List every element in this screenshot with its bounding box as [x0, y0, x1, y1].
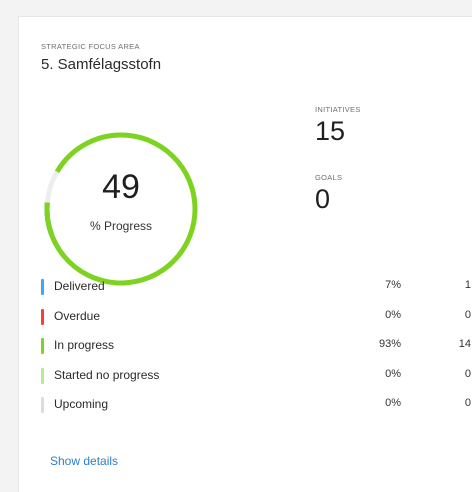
card-eyebrow: STRATEGIC FOCUS AREA — [41, 42, 140, 51]
status-color-indicator — [41, 397, 44, 413]
progress-ring: 49 % Progress — [41, 129, 201, 289]
status-count: 1 — [464, 279, 471, 291]
status-row-upcoming: Upcoming 0% 0 — [41, 394, 471, 424]
status-percent: 0% — [385, 308, 401, 321]
status-color-indicator — [41, 279, 44, 295]
initiatives-label: INITIATIVES — [315, 105, 361, 114]
card-title: 5. Samfélagsstofn — [41, 56, 162, 73]
status-label: Upcoming — [54, 397, 109, 411]
status-label: Overdue — [54, 308, 101, 323]
status-count: 14 — [458, 338, 471, 350]
status-label: In progress — [54, 338, 115, 352]
progress-segment-in-progress — [44, 132, 198, 286]
status-color-indicator — [41, 308, 44, 325]
status-count: 0 — [464, 397, 471, 409]
status-list: Delivered 7% 1 Overdue 0% 0 In progress … — [41, 276, 471, 424]
status-count: 0 — [464, 367, 471, 380]
initiatives-value: 15 — [315, 116, 346, 146]
status-percent: 0% — [385, 397, 401, 409]
status-percent: 93% — [378, 338, 401, 350]
status-label: Started no progress — [54, 367, 160, 382]
status-row-started-no-progress: Started no progress 0% 0 — [41, 365, 471, 395]
status-row-in-progress: In progress 93% 14 — [41, 335, 471, 365]
progress-segment-delivered — [44, 132, 198, 286]
goals-label: GOALS — [315, 173, 343, 182]
goals-value: 0 — [315, 184, 331, 214]
status-percent: 7% — [385, 279, 401, 291]
status-color-indicator — [41, 367, 44, 384]
status-percent: 0% — [385, 367, 401, 380]
progress-value: 49 — [102, 168, 140, 206]
status-row-delivered: Delivered 7% 1 — [41, 276, 471, 306]
status-label: Delivered — [54, 279, 105, 293]
show-details-link[interactable]: Show details — [50, 454, 118, 468]
status-count: 0 — [464, 308, 471, 321]
progress-ring-graphic — [44, 132, 198, 286]
status-color-indicator — [41, 338, 44, 354]
status-row-overdue: Overdue 0% 0 — [41, 306, 471, 336]
progress-caption: % Progress — [89, 219, 153, 233]
strategic-focus-card: STRATEGIC FOCUS AREA 5. Samfélagsstofn 4… — [18, 16, 472, 492]
